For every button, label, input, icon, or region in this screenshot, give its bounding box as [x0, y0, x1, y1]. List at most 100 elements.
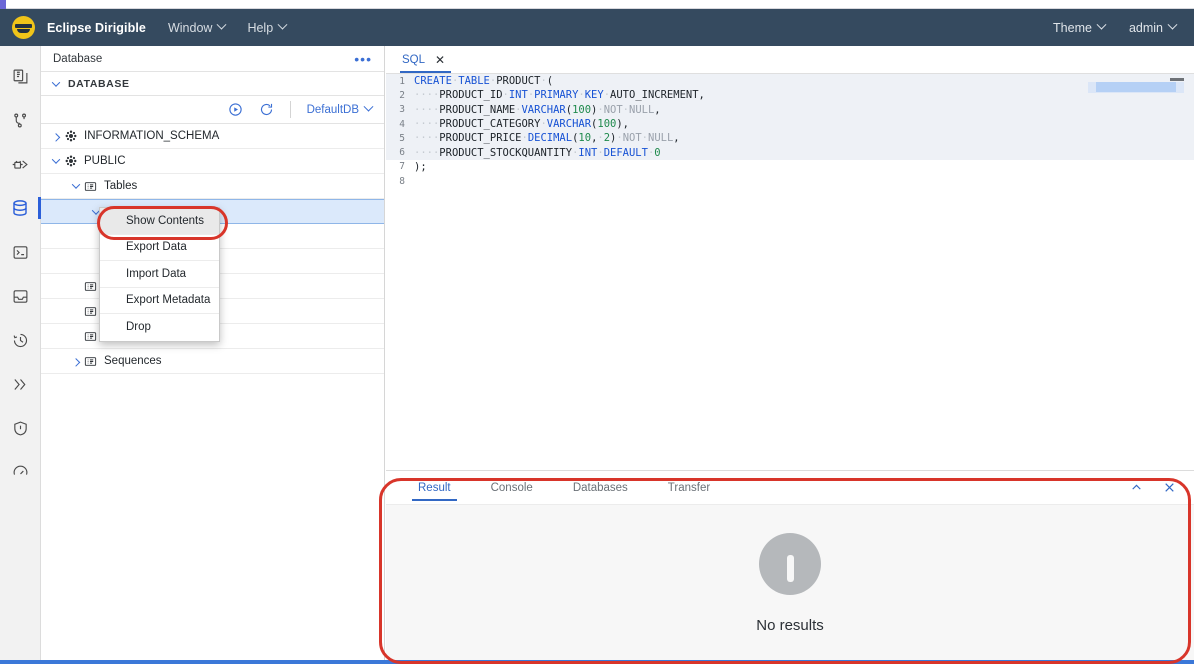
- menu-help[interactable]: Help: [247, 21, 286, 35]
- line-number: 1: [386, 76, 414, 87]
- menu-user-label: admin: [1129, 21, 1163, 35]
- menu-help-label: Help: [247, 21, 273, 35]
- debugger-icon[interactable]: [0, 142, 40, 186]
- ellipsis-icon[interactable]: •••: [354, 55, 372, 63]
- tab-sql-label: SQL: [402, 54, 425, 66]
- schema-icon: [62, 130, 79, 142]
- line-number: 4: [386, 119, 414, 130]
- app-header: Eclipse Dirigible Window Help Theme admi…: [0, 9, 1194, 46]
- tab-result[interactable]: Result: [398, 471, 471, 504]
- terminal-icon[interactable]: [0, 230, 40, 274]
- repository-icon[interactable]: [0, 274, 40, 318]
- context-menu-export-metadata[interactable]: Export Metadata: [100, 288, 219, 315]
- scrollbar-thumb[interactable]: [1170, 78, 1184, 81]
- chevron-down-icon: [217, 20, 227, 30]
- refresh-icon[interactable]: [259, 102, 274, 117]
- chevron-down-icon: [364, 102, 374, 112]
- folder-list-icon: [82, 355, 99, 368]
- code-line: 7 );: [386, 160, 1194, 174]
- tree-node-public[interactable]: PUBLIC: [41, 149, 384, 174]
- code-line: 5 ····PRODUCT_PRICE·DECIMAL(10,·2)·NOT·N…: [386, 131, 1194, 145]
- play-circle-icon[interactable]: [228, 102, 243, 117]
- line-number: 3: [386, 104, 414, 115]
- tree-node-information-schema[interactable]: INFORMATION_SCHEMA: [41, 124, 384, 149]
- close-icon[interactable]: ✕: [435, 54, 445, 66]
- tab-transfer[interactable]: Transfer: [648, 471, 730, 504]
- code-line: 1 CREATE·TABLE·PRODUCT·(: [386, 74, 1194, 88]
- database-icon[interactable]: [0, 186, 40, 230]
- security-icon[interactable]: [0, 406, 40, 450]
- chevron-up-icon[interactable]: [1130, 481, 1143, 494]
- table-context-menu: Show Contents Export Data Import Data Ex…: [99, 207, 220, 342]
- browser-tab-sliver: [0, 0, 6, 9]
- line-number: 5: [386, 133, 414, 144]
- chevron-down-icon: [52, 78, 60, 86]
- code-line: 8: [386, 174, 1194, 188]
- datasource-selector[interactable]: DefaultDB: [307, 104, 372, 116]
- browser-chrome-top: [0, 0, 1194, 9]
- line-number: 6: [386, 147, 414, 158]
- folder-list-icon: [82, 280, 99, 293]
- line-number: 8: [386, 176, 414, 187]
- workspace-icon[interactable]: [0, 54, 40, 98]
- tree-node-label: Tables: [104, 180, 137, 192]
- application-window: Eclipse Dirigible Window Help Theme admi…: [0, 0, 1194, 670]
- no-results-label: No results: [756, 617, 824, 634]
- code-line: 6 ····PRODUCT_STOCKQUANTITY·INT·DEFAULT·…: [386, 145, 1194, 159]
- monitoring-icon[interactable]: [0, 450, 40, 494]
- info-icon: [759, 533, 821, 595]
- datasource-label: DefaultDB: [307, 104, 359, 116]
- context-menu-import-data[interactable]: Import Data: [100, 261, 219, 288]
- header-menu: Window Help: [168, 21, 286, 35]
- tree-node-tables[interactable]: Tables: [41, 174, 384, 199]
- line-number: 2: [386, 90, 414, 101]
- tree-node-label: PUBLIC: [84, 155, 126, 167]
- code-line: 3 ····PRODUCT_NAME·VARCHAR(100)·NOT·NULL…: [386, 103, 1194, 117]
- chevron-down-icon: [1097, 20, 1107, 30]
- jobs-icon[interactable]: [0, 318, 40, 362]
- chevron-down-icon: [1168, 20, 1178, 30]
- results-tab-bar: Result Console Databases Transfer: [386, 471, 1194, 504]
- editor-tab-bar: SQL ✕: [386, 46, 1194, 74]
- database-section-header[interactable]: DATABASE: [41, 72, 384, 96]
- line-number: 7: [386, 161, 414, 172]
- folder-list-icon: [82, 330, 99, 343]
- menu-theme[interactable]: Theme: [1053, 21, 1105, 35]
- tab-sql[interactable]: SQL ✕: [400, 54, 451, 73]
- folder-list-icon: [82, 180, 99, 193]
- sql-editor: SQL ✕ 1 CREATE·TABLE·PRODUCT·( 2 ····PRO…: [386, 46, 1194, 470]
- database-section-label: DATABASE: [68, 78, 130, 90]
- results-panel-tools: [1130, 481, 1194, 494]
- browser-bottom-accent: [0, 660, 1194, 664]
- tab-databases[interactable]: Databases: [553, 471, 648, 504]
- code-line: 4 ····PRODUCT_CATEGORY·VARCHAR(100),: [386, 117, 1194, 131]
- context-menu-show-contents[interactable]: Show Contents: [100, 208, 219, 235]
- context-menu-export-data[interactable]: Export Data: [100, 235, 219, 262]
- results-empty-state: No results: [386, 504, 1194, 661]
- brand-title: Eclipse Dirigible: [47, 21, 146, 35]
- git-icon[interactable]: [0, 98, 40, 142]
- menu-window[interactable]: Window: [168, 21, 225, 35]
- chevron-down-icon[interactable]: [69, 183, 82, 189]
- tree-node-sequences[interactable]: Sequences: [41, 349, 384, 374]
- menu-user[interactable]: admin: [1129, 21, 1176, 35]
- editor-minimap[interactable]: [1088, 78, 1184, 100]
- database-tree-panel: Database ••• DATABASE DefaultDB: [41, 46, 385, 661]
- close-icon[interactable]: [1163, 481, 1176, 494]
- menu-window-label: Window: [168, 21, 212, 35]
- panel-title: Database: [53, 53, 102, 65]
- dirigible-logo-icon: [12, 16, 35, 39]
- header-right-menu: Theme admin: [1053, 21, 1176, 35]
- chevron-right-icon[interactable]: [49, 133, 62, 139]
- chevron-right-icon[interactable]: [69, 358, 82, 364]
- chevron-down-icon[interactable]: [49, 158, 62, 164]
- tree-node-label: Sequences: [104, 355, 162, 367]
- chevron-down-icon: [278, 20, 288, 30]
- code-area[interactable]: 1 CREATE·TABLE·PRODUCT·( 2 ····PRODUCT_I…: [386, 74, 1194, 470]
- tab-console[interactable]: Console: [471, 471, 553, 504]
- toolbar-divider: [290, 101, 291, 118]
- panel-title-bar: Database •••: [41, 46, 384, 72]
- context-menu-drop[interactable]: Drop: [100, 314, 219, 341]
- left-icon-rail: [0, 46, 41, 661]
- listeners-icon[interactable]: [0, 362, 40, 406]
